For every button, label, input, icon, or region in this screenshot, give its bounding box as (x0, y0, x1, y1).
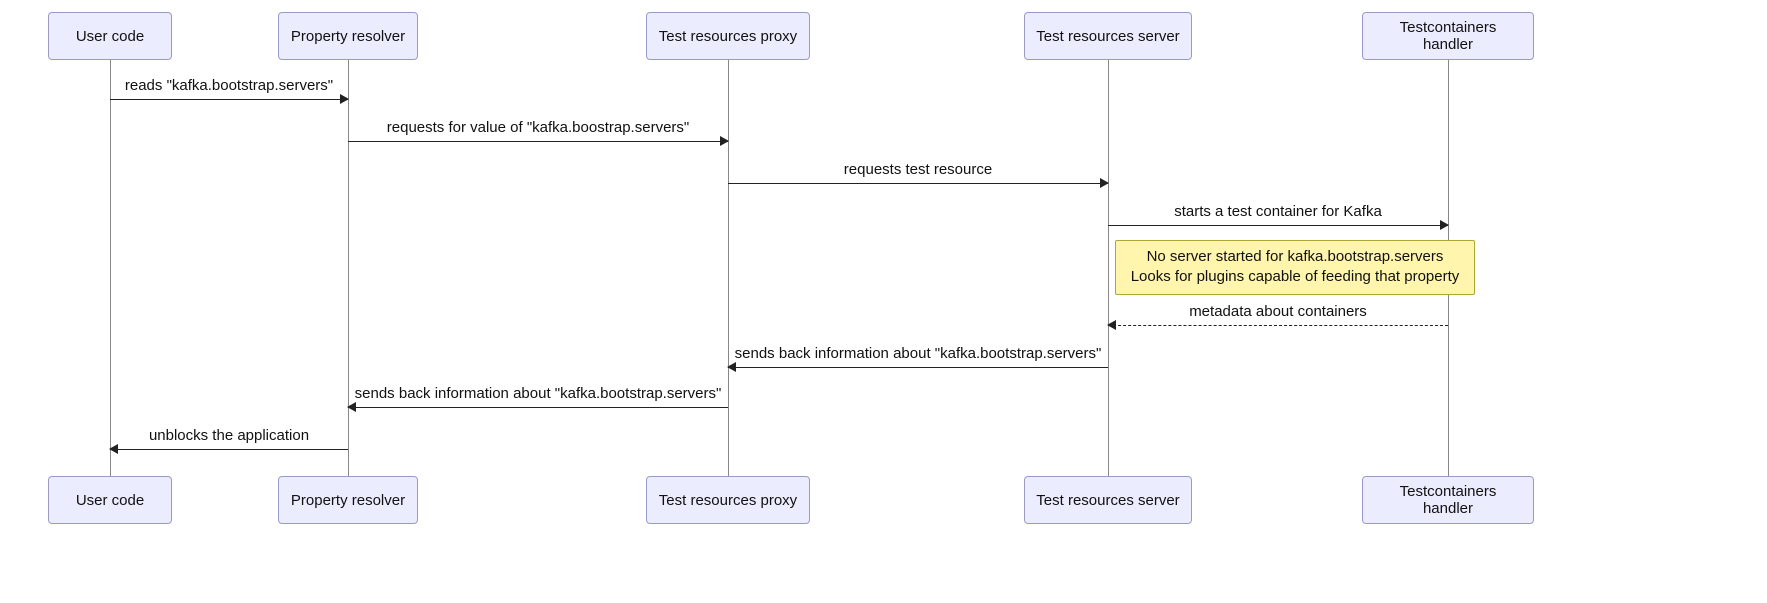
actor-server-bottom: Test resources server (1024, 476, 1192, 524)
note-line: Looks for plugins capable of feeding tha… (1126, 267, 1464, 287)
message-label: starts a test container for Kafka (1108, 203, 1448, 220)
actor-label: Testcontainers handler (1373, 483, 1523, 517)
actor-label: Property resolver (291, 492, 405, 509)
message-label: metadata about containers (1108, 303, 1448, 320)
message-metadata: metadata about containers (1108, 302, 1448, 326)
message-starts-container: starts a test container for Kafka (1108, 202, 1448, 226)
message-label: reads "kafka.bootstrap.servers" (110, 77, 348, 94)
actor-property-resolver-top: Property resolver (278, 12, 418, 60)
note-line: No server started for kafka.bootstrap.se… (1126, 247, 1464, 267)
message-reads-kafka: reads "kafka.bootstrap.servers" (110, 76, 348, 100)
actor-label: Test resources proxy (659, 28, 797, 45)
message-sends-back-1: sends back information about "kafka.boot… (728, 344, 1108, 368)
lifeline-proxy (728, 60, 729, 476)
actor-handler-bottom: Testcontainers handler (1362, 476, 1534, 524)
actor-label: User code (76, 28, 144, 45)
message-label: sends back information about "kafka.boot… (728, 345, 1108, 362)
actor-label: Test resources proxy (659, 492, 797, 509)
lifeline-server (1108, 60, 1109, 476)
actor-user-code-top: User code (48, 12, 172, 60)
actor-label: Property resolver (291, 28, 405, 45)
sequence-diagram: User code Property resolver Test resourc… (0, 0, 1767, 603)
actor-handler-top: Testcontainers handler (1362, 12, 1534, 60)
actor-property-resolver-bottom: Property resolver (278, 476, 418, 524)
actor-proxy-top: Test resources proxy (646, 12, 810, 60)
actor-label: Test resources server (1036, 28, 1179, 45)
lifeline-user-code (110, 60, 111, 476)
note-no-server: No server started for kafka.bootstrap.se… (1115, 240, 1475, 295)
message-requests-value: requests for value of "kafka.boostrap.se… (348, 118, 728, 142)
message-label: requests for value of "kafka.boostrap.se… (348, 119, 728, 136)
message-label: unblocks the application (110, 427, 348, 444)
message-unblocks: unblocks the application (110, 426, 348, 450)
message-requests-resource: requests test resource (728, 160, 1108, 184)
actor-label: User code (76, 492, 144, 509)
actor-user-code-bottom: User code (48, 476, 172, 524)
message-sends-back-2: sends back information about "kafka.boot… (348, 384, 728, 408)
message-label: sends back information about "kafka.boot… (348, 385, 728, 402)
message-label: requests test resource (728, 161, 1108, 178)
actor-label: Testcontainers handler (1373, 19, 1523, 53)
actor-label: Test resources server (1036, 492, 1179, 509)
actor-server-top: Test resources server (1024, 12, 1192, 60)
actor-proxy-bottom: Test resources proxy (646, 476, 810, 524)
